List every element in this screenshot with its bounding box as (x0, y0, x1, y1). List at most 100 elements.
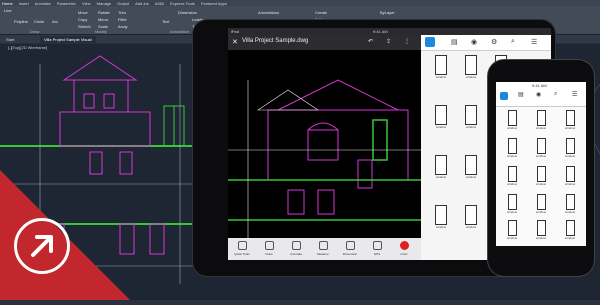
move-button[interactable]: Move (78, 10, 88, 15)
tab-start[interactable]: Start (2, 36, 19, 43)
window-symbol-icon (465, 155, 477, 175)
iphone-header: 9:41 AM ▤ ◉ ⌕ ☰ (496, 82, 586, 107)
block-item[interactable]: window (457, 55, 485, 85)
copy-button[interactable]: Copy (78, 17, 87, 22)
array-button[interactable]: Array (118, 24, 128, 29)
ipad-drawing-canvas[interactable] (228, 50, 421, 238)
iphone-block-item[interactable]: window (557, 166, 583, 192)
iphone-layers-icon[interactable]: ▤ (518, 91, 524, 98)
rotate-button[interactable]: Rotate (98, 10, 110, 15)
bylayer-dropdown[interactable]: ByLayer (380, 10, 395, 15)
iphone-block-item[interactable]: window (499, 194, 525, 220)
search-icon[interactable]: ⌕ (511, 38, 515, 46)
dimension-tool-button[interactable]: Dimension (338, 238, 362, 260)
create-button[interactable]: Create (315, 10, 327, 15)
ribbon-tab[interactable]: Express Tools (170, 1, 195, 6)
window-symbol-icon (465, 55, 477, 75)
stretch-button[interactable]: Stretch (78, 24, 91, 29)
polyline-button[interactable]: Polyline (14, 19, 28, 24)
ribbon-tab[interactable]: Manage (97, 1, 111, 6)
window-symbol-icon (565, 220, 575, 236)
block-item[interactable]: window (457, 205, 485, 235)
quick-tools-button[interactable]: Quick Tools (230, 238, 254, 260)
iphone-block-label: window (506, 126, 517, 130)
block-item[interactable]: window (427, 55, 455, 85)
draw-tool-button[interactable]: Draw (257, 238, 281, 260)
annotate-label: Annotate (289, 252, 302, 256)
eye-icon[interactable]: ◉ (471, 38, 477, 46)
iphone-block-item[interactable]: window (528, 220, 554, 246)
more-icon[interactable]: ⋮ (404, 38, 410, 45)
ribbon-tab[interactable]: Parametric (57, 1, 76, 6)
iphone-eye-icon[interactable]: ◉ (536, 91, 541, 98)
iphone-block-item[interactable]: window (528, 110, 554, 136)
iphone-block-item[interactable]: window (557, 110, 583, 136)
viewport-label[interactable]: [-][Top][2D Wireframe] (8, 45, 47, 50)
block-label: window (465, 175, 476, 179)
iphone-block-label: window (506, 210, 517, 214)
ribbon-tab[interactable]: Add-ins (135, 1, 149, 6)
text-button[interactable]: Text (162, 19, 169, 24)
iphone-block-label: window (564, 126, 575, 130)
block-item[interactable]: window (457, 105, 485, 135)
layers-icon[interactable]: ▤ (451, 38, 458, 46)
iphone-block-item[interactable]: window (528, 138, 554, 164)
iphone-blocks-tab-icon[interactable] (500, 92, 508, 100)
fillet-button[interactable]: Fillet (118, 17, 126, 22)
dimension-label: Dimension (342, 252, 358, 256)
measure-tool-button[interactable]: Measure (311, 238, 335, 260)
ribbon-tab[interactable]: A360 (155, 1, 164, 6)
iphone-block-item[interactable]: window (499, 138, 525, 164)
iphone-menu-icon[interactable]: ☰ (572, 91, 577, 98)
iphone-search-icon[interactable]: ⌕ (554, 91, 557, 98)
iphone-block-item[interactable]: window (557, 194, 583, 220)
block-item[interactable]: window (457, 155, 485, 185)
iphone-block-item[interactable]: window (499, 166, 525, 192)
dimension-button[interactable]: Dimension (178, 10, 197, 15)
window-symbol-icon (465, 105, 477, 125)
block-item[interactable]: window (427, 205, 455, 235)
settings-icon[interactable]: ☰ (531, 38, 537, 46)
group-label-modify: Modify (95, 29, 107, 34)
iphone-block-label: window (564, 154, 575, 158)
ribbon-tab[interactable]: Annotate (35, 1, 51, 6)
blocks-tab-icon[interactable] (425, 37, 435, 47)
ipad-toolbar: Quick Tools Draw Annotate Measure Dimens… (228, 238, 421, 260)
line-button[interactable]: Line (4, 8, 12, 13)
ribbon-tab[interactable]: View (82, 1, 91, 6)
ribbon-tab[interactable]: Featured Apps (201, 1, 227, 6)
iphone-block-item[interactable]: window (499, 110, 525, 136)
iphone-block-item[interactable]: window (528, 166, 554, 192)
gps-icon (372, 241, 382, 250)
circle-button[interactable]: Circle (34, 19, 44, 24)
iphone-block-item[interactable]: window (499, 220, 525, 246)
properties-icon[interactable]: ⚙ (491, 38, 497, 46)
annotate-tool-button[interactable]: Annotate (284, 238, 308, 260)
gps-tool-button[interactable]: GPS (365, 238, 389, 260)
iphone-block-label: window (506, 182, 517, 186)
undo-icon[interactable]: ↶ (368, 38, 373, 45)
arrow-up-right-icon[interactable] (14, 218, 70, 274)
block-item[interactable]: window (427, 105, 455, 135)
window-symbol-icon (536, 166, 546, 182)
color-tool-button[interactable]: Color (392, 238, 416, 260)
arc-button[interactable]: Arc (52, 19, 58, 24)
window-symbol-icon (435, 205, 447, 225)
layer-dropdown[interactable]: Annotations (258, 10, 279, 15)
window-symbol-icon (507, 138, 517, 154)
ribbon-tab[interactable]: Insert (19, 1, 29, 6)
window-symbol-icon (536, 194, 546, 210)
iphone-block-item[interactable]: window (557, 138, 583, 164)
iphone-block-item[interactable]: window (557, 220, 583, 246)
ribbon-tab[interactable]: Output (117, 1, 129, 6)
ribbon-tab[interactable]: Home (2, 1, 13, 6)
block-item[interactable]: window (427, 155, 455, 185)
iphone-block-item[interactable]: window (528, 194, 554, 220)
tab-villa-project[interactable]: Villa Project Sample Visual (40, 36, 96, 43)
arrow-up-right-glyph (31, 235, 53, 257)
close-icon[interactable]: ✕ (232, 38, 238, 46)
mirror-button[interactable]: Mirror (98, 17, 108, 22)
share-icon[interactable]: ⇪ (386, 38, 391, 45)
gps-label: GPS (373, 252, 381, 256)
trim-button[interactable]: Trim (118, 10, 126, 15)
